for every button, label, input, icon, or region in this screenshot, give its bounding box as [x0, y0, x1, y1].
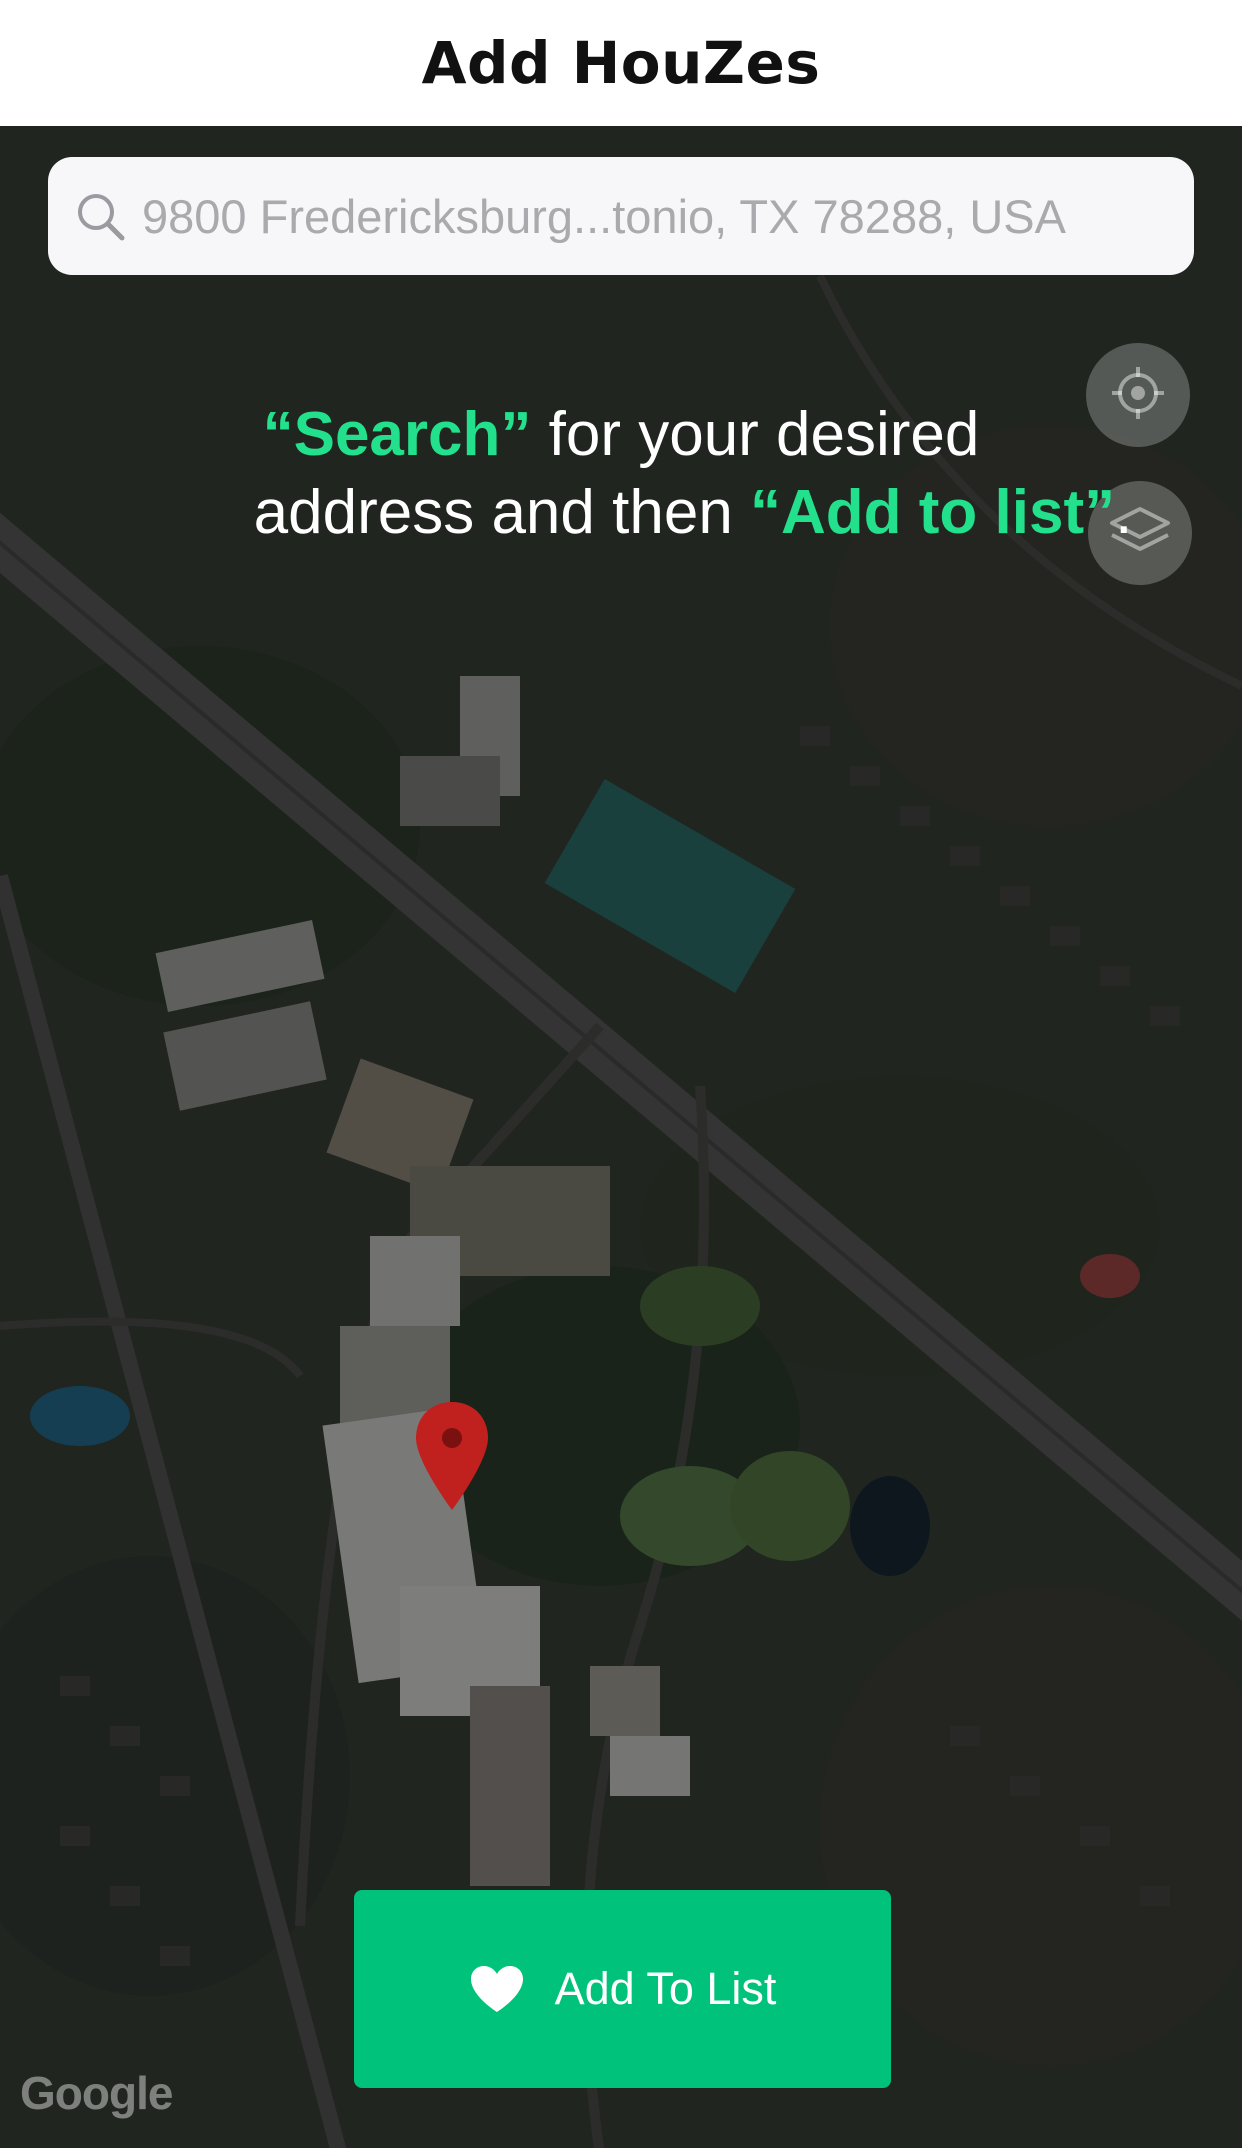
- heart-icon: [469, 1964, 525, 2014]
- address-search-input[interactable]: [140, 187, 1194, 245]
- search-icon: [70, 186, 130, 246]
- address-search-bar[interactable]: [48, 157, 1194, 275]
- app-header: Add HouZes: [0, 0, 1242, 126]
- instruction-end: .: [1115, 478, 1133, 547]
- map-pin-icon[interactable]: [414, 1400, 490, 1512]
- page-title: Add HouZes: [421, 29, 821, 97]
- instruction-text-1: for your desired: [531, 400, 980, 469]
- add-to-list-button[interactable]: Add To List: [354, 1890, 891, 2088]
- instruction-line-1: “Search” for your desired: [0, 396, 1242, 474]
- instruction-text-2: address and then: [253, 478, 751, 547]
- google-attribution: Google: [20, 2067, 173, 2119]
- instruction-line-2: address and then “Add to list”.: [72, 474, 1242, 552]
- add-to-list-label: Add To List: [554, 1963, 777, 2014]
- search-highlight: “Search”: [262, 400, 532, 469]
- add-to-list-highlight: “Add to list”: [750, 478, 1116, 547]
